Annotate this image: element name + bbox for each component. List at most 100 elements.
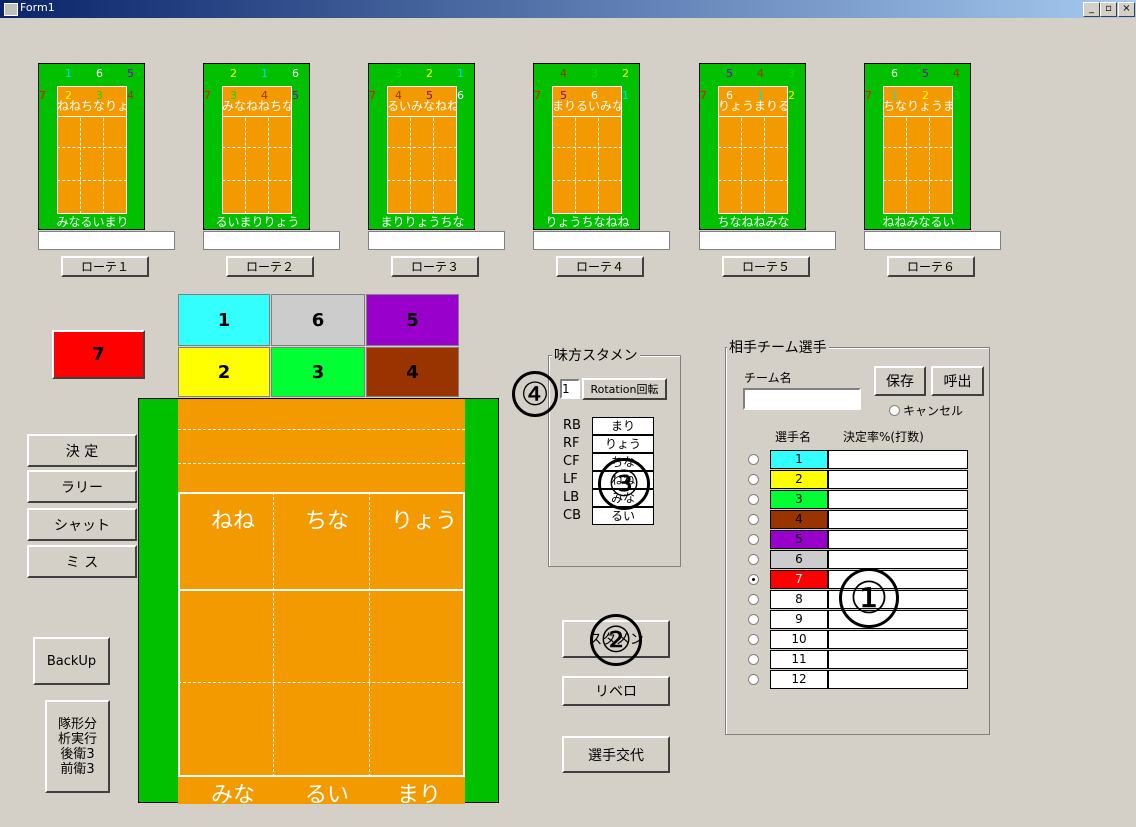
rotation-result-field[interactable] [864, 231, 1001, 250]
title-bar: Form1 _ ▫ × [0, 0, 1136, 18]
position-6-cell[interactable]: 6 [271, 294, 365, 346]
team-name-input[interactable] [743, 388, 861, 410]
rotation-result-field[interactable] [38, 231, 175, 250]
player-select-radio[interactable] [748, 574, 759, 585]
mini-top-num: 5 [726, 67, 733, 80]
mini-top-num: 3 [788, 67, 795, 80]
restore-button[interactable]: ▫ [1100, 2, 1117, 17]
player-select-radio[interactable] [748, 474, 759, 485]
player-select-radio[interactable] [748, 594, 759, 605]
player-rate-field[interactable] [828, 670, 968, 689]
mini-back-names: まりりょうちな [380, 215, 465, 229]
starter-name-field[interactable]: まり [592, 417, 654, 435]
player-select-radio[interactable] [748, 614, 759, 625]
player-rate-field[interactable] [828, 450, 968, 469]
front-right-player: りょう [391, 509, 458, 534]
rotation-result-field[interactable] [203, 231, 340, 250]
minimize-button[interactable]: _ [1083, 2, 1100, 17]
starter-name-field[interactable]: りょう [592, 435, 654, 453]
mini-libero-num: 7 [534, 89, 541, 102]
main-court: ねね ちな りょう みな るい まり [138, 398, 499, 808]
substitution-button[interactable]: 選手交代 [562, 736, 670, 773]
front-left-player: ねね [211, 509, 256, 534]
mini-front-names: まりるいみな [552, 99, 622, 113]
player-rate-field[interactable] [828, 630, 968, 649]
starters-group-label: 味方スタメン [552, 345, 640, 365]
annotation-4: ④ [512, 371, 558, 417]
mini-front-names: りょうまりるい [718, 99, 788, 113]
position-1-cell[interactable]: 1 [178, 294, 270, 346]
player-select-radio[interactable] [748, 654, 759, 665]
player-number: 5 [770, 530, 828, 549]
player-number: 12 [770, 670, 828, 689]
mini-back-names: ねねみなるい [882, 215, 955, 229]
position-5-cell[interactable]: 5 [366, 294, 459, 346]
rotation-button[interactable]: Rotation回転 [582, 378, 667, 400]
mini-row-num: 2 [788, 89, 795, 102]
mini-top-num: 1 [65, 67, 72, 80]
load-button[interactable]: 呼出 [931, 366, 984, 396]
rotation-result-field[interactable] [699, 231, 836, 250]
player-number: 4 [770, 510, 828, 529]
rate-header: 決定率%(打数) [843, 430, 924, 444]
player-number: 1 [770, 450, 828, 469]
mini-front-names: みなねねちな [222, 99, 292, 113]
player-select-radio[interactable] [748, 534, 759, 545]
window-title: Form1 [20, 1, 55, 14]
rotation-3-button[interactable]: ローテ３ [391, 256, 479, 277]
mini-top-num: 4 [757, 67, 764, 80]
player-number: 8 [770, 590, 828, 609]
position-4-cell[interactable]: 4 [366, 347, 459, 397]
cancel-radio[interactable] [889, 405, 900, 416]
rotation-result-field[interactable] [533, 231, 670, 250]
player-select-radio[interactable] [748, 554, 759, 565]
player-rate-field[interactable] [828, 550, 968, 569]
rally-button[interactable]: ラリー [27, 470, 137, 503]
player-number: 7 [770, 570, 828, 589]
player-rate-field[interactable] [828, 530, 968, 549]
starter-position-label: RF [563, 436, 580, 451]
player-select-radio[interactable] [748, 634, 759, 645]
rotation-2-button[interactable]: ローテ２ [226, 256, 314, 277]
annotation-2: ② [590, 614, 642, 666]
mini-front-names: るいみなねね [387, 99, 457, 113]
mini-top-num: 3 [591, 67, 598, 80]
rotation-4-button[interactable]: ローテ４ [556, 256, 644, 277]
player-select-radio[interactable] [748, 494, 759, 505]
close-button[interactable]: × [1118, 2, 1135, 17]
miss-button[interactable]: ミ ス [27, 545, 137, 578]
rotation-1-button[interactable]: ローテ１ [61, 256, 149, 277]
player-select-radio[interactable] [748, 454, 759, 465]
mini-top-num: 3 [395, 67, 402, 80]
save-button[interactable]: 保存 [874, 366, 926, 396]
mini-front-names: ねねちなりょう [57, 99, 127, 113]
team-name-label: チーム名 [744, 371, 792, 385]
rotation-5-button[interactable]: ローテ５ [722, 256, 810, 277]
libero-cell[interactable]: 7 [52, 330, 145, 379]
front-center-player: ちな [305, 509, 350, 534]
position-3-cell[interactable]: 3 [271, 347, 365, 397]
rotation-result-field[interactable] [368, 231, 505, 250]
player-select-radio[interactable] [748, 674, 759, 685]
player-rate-field[interactable] [828, 510, 968, 529]
starter-position-label: LB [563, 490, 580, 505]
rotation-6-button[interactable]: ローテ６ [887, 256, 975, 277]
mini-libero-num: 7 [39, 89, 46, 102]
analyze-formation-button[interactable]: 隊形分 析実行 後衛3 前衛3 [45, 700, 110, 793]
player-rate-field[interactable] [828, 490, 968, 509]
mini-row-num: 4 [127, 89, 134, 102]
libero-button[interactable]: リベロ [562, 676, 670, 706]
player-select-radio[interactable] [748, 514, 759, 525]
mini-top-num: 2 [622, 67, 629, 80]
mini-court-1: 1657234ねねちなりょうみなるいまり [38, 63, 145, 230]
kettei-button[interactable]: 決 定 [27, 434, 137, 467]
backup-button[interactable]: BackUp [33, 637, 110, 685]
position-2-cell[interactable]: 2 [178, 347, 270, 397]
player-number: 6 [770, 550, 828, 569]
rotation-value-field[interactable]: 1 [560, 379, 580, 399]
mini-front-names: ちなりょうまり [883, 99, 953, 113]
annotation-1: ① [839, 568, 899, 628]
player-rate-field[interactable] [828, 470, 968, 489]
player-rate-field[interactable] [828, 650, 968, 669]
shut-button[interactable]: シャット [27, 508, 137, 541]
